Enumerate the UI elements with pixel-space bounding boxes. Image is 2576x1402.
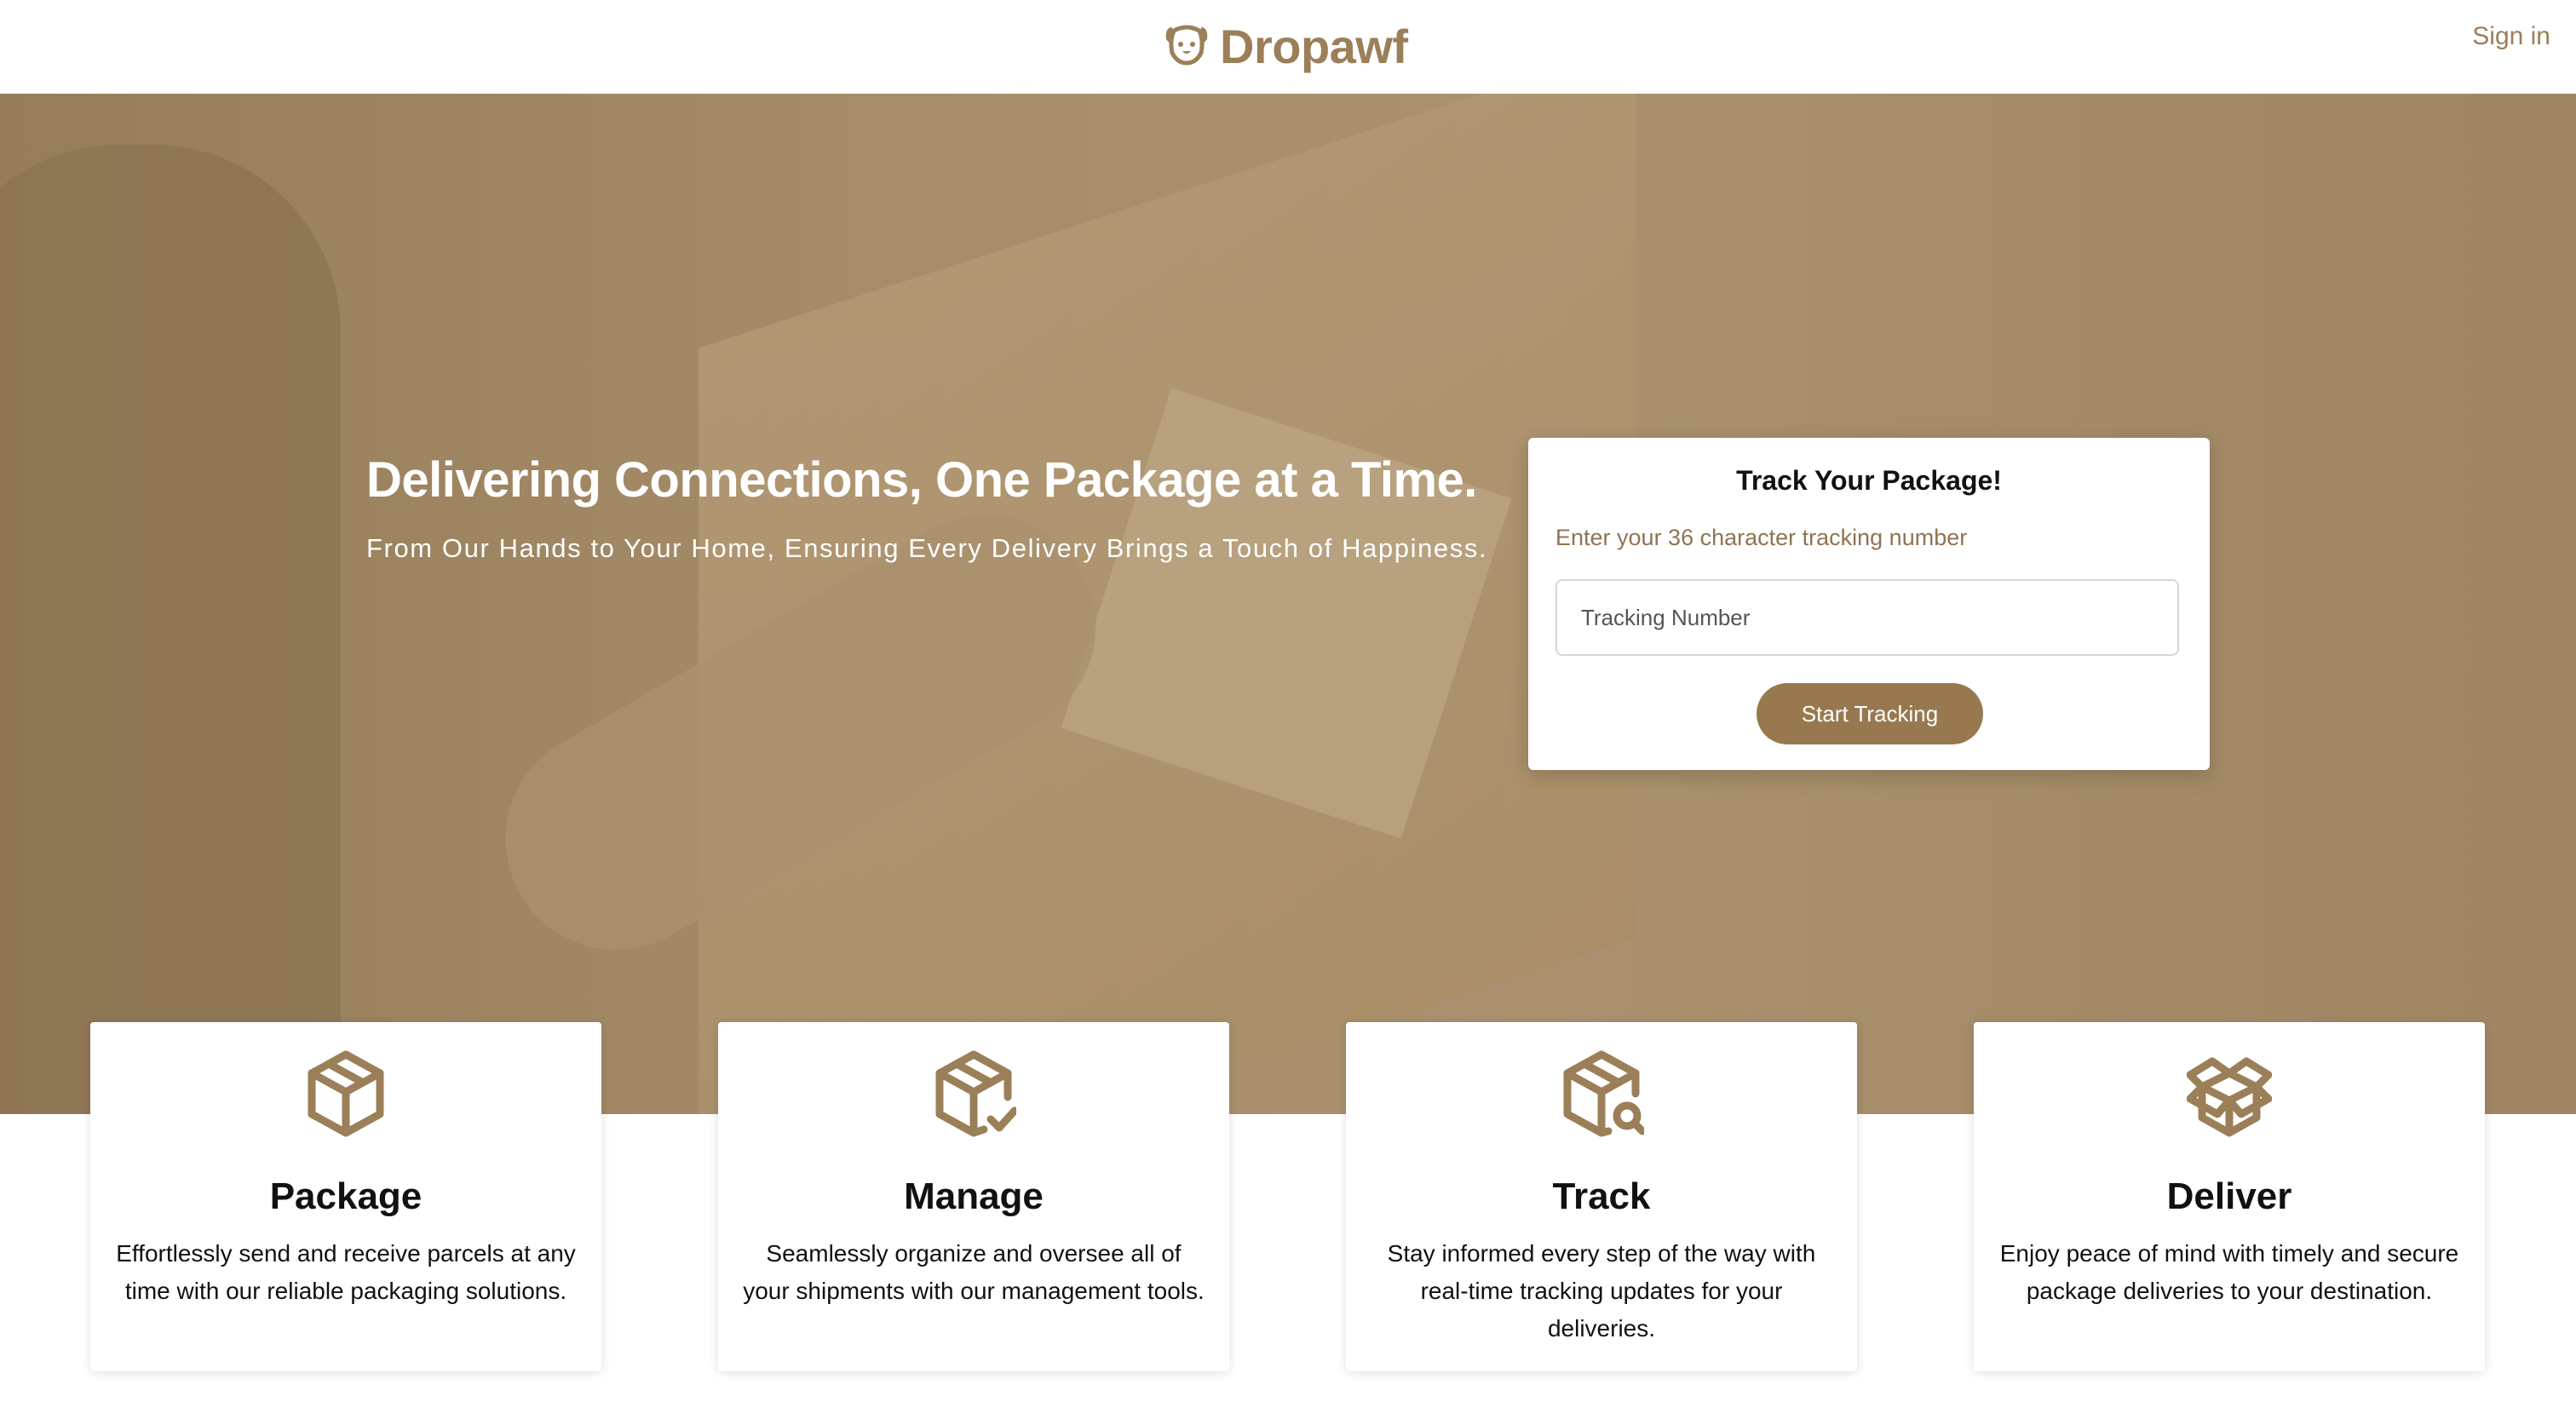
top-header: Dropawf Sign in [0,0,2576,94]
box-icon [303,1048,388,1141]
feature-title: Manage [904,1175,1044,1217]
track-package-card: Track Your Package! Enter your 36 charac… [1528,438,2210,770]
box-open-icon [2186,1048,2273,1141]
feature-description: Stay informed every step of the way with… [1387,1240,1816,1342]
track-card-help-text: Enter your 36 character tracking number [1555,525,1968,550]
sign-in-link[interactable]: Sign in [2472,22,2550,51]
feature-card-deliver: Deliver Enjoy peace of mind with timely … [1974,1022,2485,1371]
feature-title: Package [269,1175,423,1217]
feature-title: Deliver [2166,1175,2292,1217]
feature-description: Enjoy peace of mind with timely and secu… [1999,1240,2459,1304]
feature-card-package: Package Effortlessly send and receive pa… [90,1022,601,1371]
box-check-icon [931,1048,1019,1141]
brand-name: Dropawf [1220,19,1408,73]
hero-subtitle: From Our Hands to Your Home, Ensuring Ev… [366,533,1488,563]
tracking-number-input[interactable] [1555,579,2179,656]
start-tracking-button[interactable]: Start Tracking [1757,683,1983,744]
dog-face-icon [1164,22,1210,71]
feature-description: Seamlessly organize and oversee all of y… [743,1240,1205,1304]
brand-logo[interactable]: Dropawf [1164,12,1408,80]
box-search-icon [1559,1048,1647,1141]
feature-card-track: Track Stay informed every step of the wa… [1346,1022,1857,1371]
track-card-title: Track Your Package! [1736,465,2002,496]
feature-description: Effortlessly send and receive parcels at… [116,1240,576,1304]
hero-title: Delivering Connections, One Package at a… [366,452,1477,508]
feature-title: Track [1552,1175,1651,1217]
feature-card-manage: Manage Seamlessly organize and oversee a… [718,1022,1229,1371]
